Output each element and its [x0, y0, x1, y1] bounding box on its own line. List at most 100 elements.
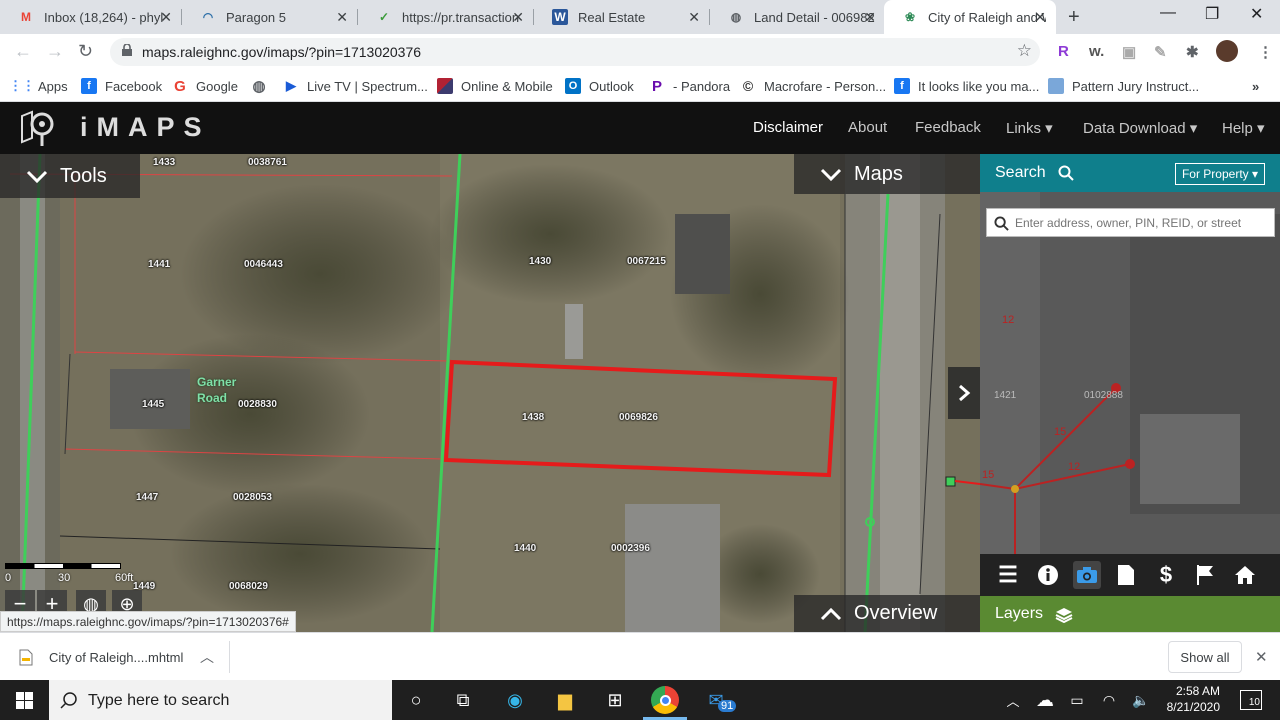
- nav-about[interactable]: About: [848, 119, 887, 136]
- list-icon[interactable]: ☰: [994, 561, 1022, 589]
- parcel-number[interactable]: 1421: [994, 390, 1016, 401]
- tab-transaction[interactable]: ✓ https://pr.transaction ✕: [358, 0, 534, 34]
- bookmark-star-icon[interactable]: ☆: [1017, 41, 1032, 61]
- restore-button[interactable]: ❐: [1205, 4, 1219, 24]
- close-tab-icon[interactable]: ✕: [512, 9, 524, 26]
- parcel-id[interactable]: 0002396: [611, 543, 650, 554]
- parcel-id[interactable]: 0067215: [627, 256, 666, 267]
- download-item[interactable]: City of Raleigh....mhtml ︿: [0, 641, 230, 673]
- system-clock[interactable]: 2:58 AM 8/21/2020: [1165, 683, 1220, 715]
- forward-button[interactable]: →: [46, 41, 64, 62]
- tab-raleigh[interactable]: ❀ City of Raleigh and W ✕: [884, 0, 1056, 34]
- bookmark-outlook[interactable]: O Outlook: [565, 76, 634, 96]
- wifi-icon[interactable]: ◠: [1096, 688, 1122, 712]
- onedrive-icon[interactable]: ☁: [1032, 688, 1058, 712]
- parcel-number[interactable]: 1430: [529, 256, 551, 267]
- tab-gmail[interactable]: M Inbox (18,264) - phyl ✕: [0, 0, 182, 34]
- close-window-button[interactable]: ✕: [1250, 4, 1263, 24]
- parcel-number[interactable]: 1440: [514, 543, 536, 554]
- camera-icon[interactable]: [1073, 561, 1101, 589]
- maps-panel-toggle[interactable]: Maps: [794, 154, 980, 194]
- parcel-number[interactable]: 1441: [148, 259, 170, 270]
- address-bar[interactable]: maps.raleighnc.gov/imaps/?pin=1713020376…: [110, 38, 1040, 66]
- close-tab-icon[interactable]: ✕: [1034, 9, 1046, 26]
- notifications-icon[interactable]: 10: [1240, 690, 1262, 710]
- show-all-button[interactable]: Show all: [1168, 641, 1242, 673]
- parcel-number[interactable]: 1433: [153, 157, 175, 168]
- edge-icon[interactable]: ◉: [502, 688, 528, 712]
- chevron-up-icon[interactable]: ︿: [200, 647, 214, 667]
- bookmark-pattern-jury[interactable]: Pattern Jury Instruct...: [1048, 76, 1199, 96]
- tools-panel-toggle[interactable]: Tools: [0, 154, 140, 198]
- extension-w-icon[interactable]: w.: [1089, 43, 1104, 60]
- tab-land-detail[interactable]: ◍ Land Detail - 006982 ✕: [710, 0, 886, 34]
- extension-box-icon[interactable]: ▣: [1122, 43, 1136, 61]
- bookmark-label: Pattern Jury Instruct...: [1072, 78, 1200, 94]
- search-box[interactable]: [986, 208, 1275, 237]
- minimize-button[interactable]: —: [1160, 4, 1176, 22]
- nav-links[interactable]: Links ▾: [1006, 119, 1053, 137]
- bookmark-online-mobile[interactable]: Online & Mobile: [437, 76, 553, 96]
- layers-panel-toggle[interactable]: Layers: [980, 596, 1280, 632]
- show-hidden-icons[interactable]: ︿: [1000, 688, 1026, 712]
- nav-disclaimer[interactable]: Disclaimer: [753, 119, 823, 136]
- bookmark-globe[interactable]: ◍: [251, 76, 275, 96]
- collapse-panel-button[interactable]: [948, 367, 980, 419]
- bookmark-facebook-2[interactable]: f It looks like you ma...: [894, 76, 1039, 96]
- nav-data-download[interactable]: Data Download ▾: [1083, 119, 1197, 137]
- more-bookmarks-icon[interactable]: »: [1252, 76, 1259, 96]
- extension-r-icon[interactable]: R: [1058, 43, 1069, 60]
- bookmark-spectrum[interactable]: ▶ Live TV | Spectrum...: [283, 76, 428, 96]
- store-icon[interactable]: ⊞: [602, 688, 628, 712]
- file-explorer-icon[interactable]: ▆: [552, 688, 578, 712]
- new-tab-button[interactable]: +: [1068, 6, 1080, 29]
- extension-tool-icon[interactable]: ✎: [1154, 43, 1167, 61]
- search-input[interactable]: [1015, 214, 1270, 232]
- document-icon[interactable]: [1112, 561, 1140, 589]
- nav-help[interactable]: Help ▾: [1222, 119, 1265, 137]
- parcel-id[interactable]: 0068029: [229, 581, 268, 592]
- bookmark-pandora[interactable]: P - Pandora: [649, 76, 730, 96]
- chrome-icon[interactable]: [651, 686, 679, 714]
- close-tab-icon[interactable]: ✕: [336, 9, 348, 26]
- info-icon[interactable]: [1034, 561, 1062, 589]
- map-canvas[interactable]: 1433 0038761 1441 0046443 1430 0067215 1…: [0, 154, 980, 632]
- extensions-puzzle-icon[interactable]: ✱: [1186, 43, 1199, 61]
- windows-search-box[interactable]: Type here to search: [49, 680, 392, 720]
- back-button[interactable]: ←: [14, 41, 32, 62]
- overview-panel-toggle[interactable]: Overview: [794, 595, 980, 632]
- tab-paragon[interactable]: ◠ Paragon 5 ✕: [182, 0, 358, 34]
- parcel-id[interactable]: 0102888: [1084, 390, 1123, 401]
- windows-start-button[interactable]: [0, 680, 48, 720]
- parcel-number[interactable]: 1447: [136, 492, 158, 503]
- bookmark-macrofare[interactable]: © Macrofare - Person...: [740, 76, 886, 96]
- tab-real-estate[interactable]: W Real Estate ✕: [534, 0, 710, 34]
- volume-icon[interactable]: 🔈: [1128, 688, 1154, 712]
- search-mode-dropdown[interactable]: For Property ▾: [1175, 163, 1265, 185]
- bookmark-google[interactable]: G Google: [172, 76, 238, 96]
- task-view-icon[interactable]: ⧉: [450, 688, 476, 712]
- battery-icon[interactable]: ▭: [1064, 688, 1090, 712]
- parcel-id[interactable]: 0028053: [233, 492, 272, 503]
- close-download-bar-icon[interactable]: ✕: [1255, 648, 1268, 666]
- close-tab-icon[interactable]: ✕: [864, 9, 876, 26]
- bookmark-facebook[interactable]: f Facebook: [81, 76, 162, 96]
- parcel-id[interactable]: 0038761: [248, 157, 287, 168]
- profile-avatar[interactable]: [1216, 40, 1238, 62]
- scale-end: 60ft: [115, 572, 134, 584]
- reload-button[interactable]: ↻: [78, 41, 93, 62]
- nav-feedback[interactable]: Feedback: [915, 119, 981, 136]
- parcel-number-selected[interactable]: 1438: [522, 412, 544, 423]
- close-tab-icon[interactable]: ✕: [160, 9, 172, 26]
- close-tab-icon[interactable]: ✕: [688, 9, 700, 26]
- imaps-header: iMAPS Disclaimer About Feedback Links ▾ …: [0, 102, 1280, 154]
- parcel-id-selected[interactable]: 0069826: [619, 412, 658, 423]
- parcel-id[interactable]: 0046443: [244, 259, 283, 270]
- home-icon[interactable]: [1231, 561, 1259, 589]
- flag-icon[interactable]: [1191, 561, 1219, 589]
- browser-menu-icon[interactable]: ⋮: [1258, 43, 1273, 61]
- parcel-number[interactable]: 1445: [142, 399, 164, 410]
- cortana-icon[interactable]: ○: [403, 688, 429, 712]
- dollar-icon[interactable]: $: [1152, 561, 1180, 589]
- bookmark-apps[interactable]: ⋮⋮ Apps: [9, 76, 68, 96]
